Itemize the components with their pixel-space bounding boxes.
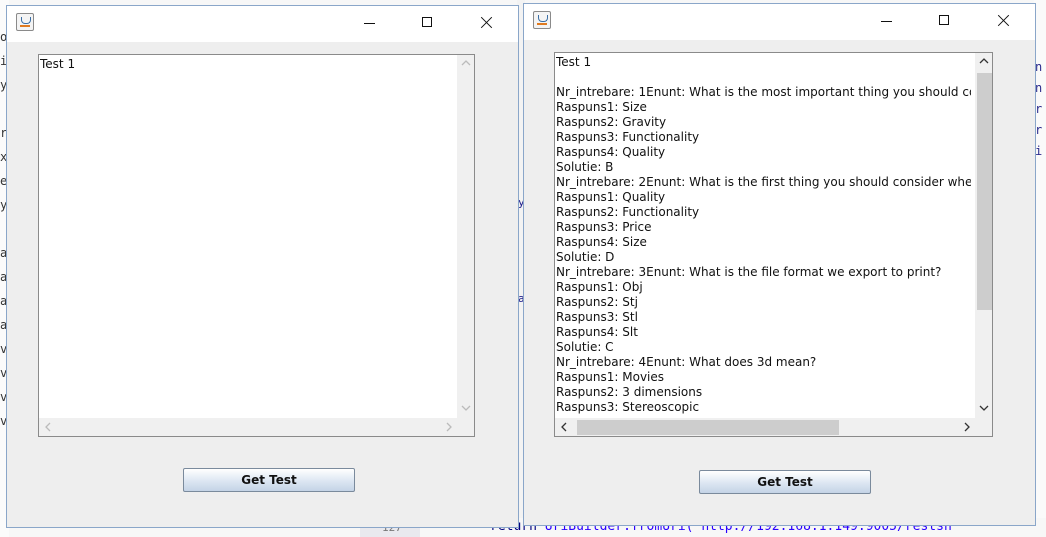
textarea-line: Raspuns1: Quality <box>556 190 666 204</box>
vertical-scroll-thumb[interactable] <box>977 73 992 310</box>
scroll-up-arrow-icon[interactable] <box>975 53 992 71</box>
textarea-line: Raspuns2: 3 dimensions <box>556 385 703 399</box>
background-text-fragment: n <box>1035 60 1043 74</box>
textarea-line: Raspuns1: Size <box>556 100 647 114</box>
test-window-left: Test 1 Get Test <box>6 5 519 528</box>
scrollbar-corner <box>457 418 474 436</box>
java-coffee-cup-icon[interactable] <box>16 13 34 31</box>
horizontal-scrollbar[interactable] <box>39 418 457 436</box>
maximize-icon[interactable] <box>405 6 451 42</box>
textarea-line: Nr_intrebare: 4Enunt: What does 3d mean? <box>556 355 817 369</box>
scrollbar-corner <box>975 418 992 436</box>
textarea-line: Test 1 <box>556 55 592 69</box>
horizontal-scrollbar[interactable] <box>555 418 975 436</box>
vertical-scrollbar[interactable] <box>457 55 474 418</box>
title-bar[interactable] <box>7 6 518 42</box>
textarea-line: Solutie: C <box>556 340 614 354</box>
textarea-line: Raspuns2: Functionality <box>556 205 700 219</box>
scroll-up-arrow-icon[interactable] <box>457 55 474 73</box>
textarea-line: Raspuns1: Obj <box>556 280 643 294</box>
scroll-down-arrow-icon[interactable] <box>975 400 992 418</box>
textarea-line: Nr_intrebare: 3Enunt: What is the file f… <box>556 265 942 279</box>
test-window-right: Test 1 Nr_intrebare: 1Enunt: What is the… <box>523 3 1036 526</box>
minimize-icon[interactable] <box>348 6 394 42</box>
textarea-line: Raspuns4: Slt <box>556 325 638 339</box>
textarea-line <box>556 70 971 85</box>
test-text-scrollpane[interactable]: Test 1 Nr_intrebare: 1Enunt: What is the… <box>554 52 993 437</box>
get-test-button[interactable]: Get Test <box>699 470 871 494</box>
textarea-line: Raspuns1: Movies <box>556 370 665 384</box>
horizontal-scroll-thumb[interactable] <box>577 420 839 435</box>
textarea-line: Raspuns3: Stl <box>556 310 638 324</box>
textarea-line: Raspuns3: Functionality <box>556 130 700 144</box>
test-textarea[interactable]: Test 1 <box>40 57 452 417</box>
background-text-fragment: n <box>1035 81 1043 95</box>
scroll-right-arrow-icon[interactable] <box>440 418 457 436</box>
background-text-fragment: r <box>1035 102 1043 116</box>
textarea-line: Raspuns2: Stj <box>556 295 638 309</box>
textarea-line: Raspuns4: Size <box>556 235 647 249</box>
textarea-line: Nr_intrebare: 2Enunt: What is the first … <box>556 175 971 189</box>
background-text-fragment: i <box>1035 144 1043 158</box>
background-text-fragment: r <box>1035 123 1043 137</box>
textarea-line: Raspuns2: Gravity <box>556 115 667 129</box>
textarea-line: Nr_intrebare: 1Enunt: What is the most i… <box>556 85 971 99</box>
maximize-icon[interactable] <box>922 4 968 40</box>
textarea-line: Raspuns4: Quality <box>556 145 666 159</box>
textarea-line: Solutie: D <box>556 250 615 264</box>
test-textarea[interactable]: Test 1 Nr_intrebare: 1Enunt: What is the… <box>556 55 971 418</box>
close-icon[interactable] <box>464 6 510 42</box>
scroll-left-arrow-icon[interactable] <box>39 418 56 436</box>
textarea-line: Test 1 <box>40 57 76 71</box>
title-bar[interactable] <box>524 4 1035 40</box>
scroll-down-arrow-icon[interactable] <box>457 400 474 418</box>
textarea-line: Raspuns3: Stereoscopic <box>556 400 700 414</box>
textarea-line: Solutie: B <box>556 160 614 174</box>
close-icon[interactable] <box>981 4 1027 40</box>
java-coffee-cup-icon[interactable] <box>533 11 551 29</box>
test-text-scrollpane[interactable]: Test 1 <box>38 54 475 437</box>
minimize-icon[interactable] <box>865 4 911 40</box>
get-test-button[interactable]: Get Test <box>183 468 355 492</box>
scroll-left-arrow-icon[interactable] <box>555 418 572 436</box>
textarea-line: Raspuns3: Price <box>556 220 652 234</box>
scroll-right-arrow-icon[interactable] <box>958 418 975 436</box>
vertical-scrollbar[interactable] <box>975 53 992 418</box>
